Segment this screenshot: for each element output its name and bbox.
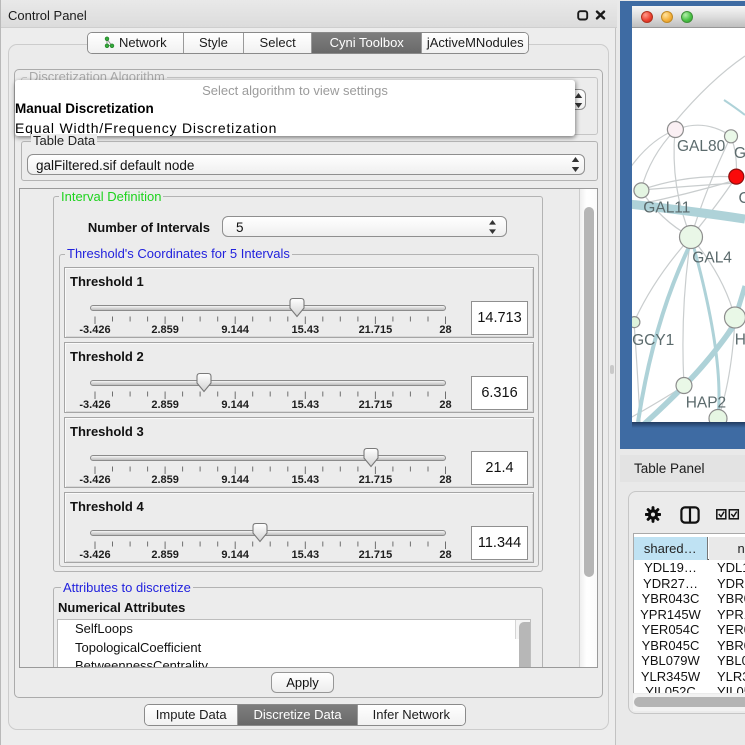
svg-text:GAL80: GAL80	[677, 138, 726, 155]
svg-text:HAP2: HAP2	[686, 395, 727, 412]
svg-text:GA: GA	[734, 145, 745, 162]
svg-text:GCY1: GCY1	[632, 332, 674, 349]
svg-text:H: H	[735, 332, 745, 349]
svg-text:C: C	[739, 190, 745, 207]
svg-text:GAL4: GAL4	[692, 250, 732, 267]
svg-text:GAL11: GAL11	[643, 200, 690, 217]
